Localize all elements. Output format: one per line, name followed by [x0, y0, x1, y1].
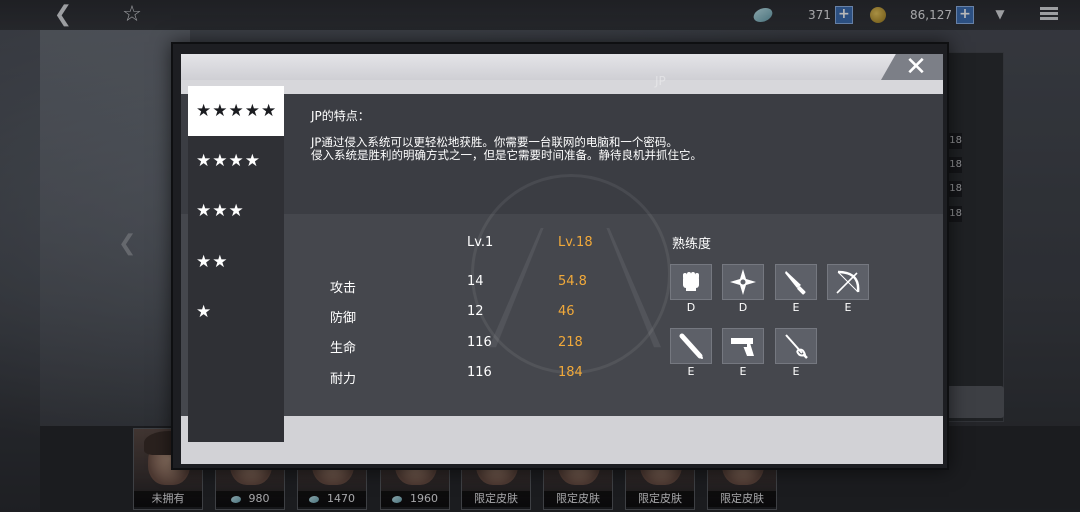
modal-header	[181, 54, 943, 80]
proficiency-grade: E	[792, 301, 800, 314]
proficiency-title: 熟练度	[672, 237, 712, 252]
proficiency-bat[interactable]: E	[670, 328, 712, 380]
stat-attack-lv1: 14	[467, 274, 484, 289]
shuriken-icon	[722, 264, 764, 300]
description-title: JP的特点：	[311, 109, 370, 123]
stat-label-stamina: 耐力	[330, 372, 357, 387]
tab-one-star[interactable]: ★	[188, 287, 284, 337]
stat-defense-lv1: 12	[467, 304, 484, 319]
stat-stamina-lv18: 184	[558, 365, 583, 380]
stat-health-lv18: 218	[558, 335, 583, 350]
tab-four-stars[interactable]: ★★★★	[188, 136, 284, 186]
stat-header-lv1: Lv.1	[467, 235, 494, 250]
proficiency-grade: E	[792, 365, 800, 378]
bow-icon	[827, 264, 869, 300]
proficiency-knife[interactable]: E	[775, 264, 817, 316]
bat-icon	[670, 328, 712, 364]
modal-footer	[181, 416, 943, 464]
stat-label-attack: 攻击	[330, 281, 357, 296]
proficiency-grade: E	[844, 301, 852, 314]
stat-stamina-lv1: 116	[467, 365, 492, 380]
knife-icon	[775, 264, 817, 300]
stat-header-lv18: Lv.18	[558, 235, 593, 250]
pistol-icon	[722, 328, 764, 364]
star-rank-sidebar: ★★★★★ ★★★★ ★★★ ★★ ★	[188, 86, 284, 442]
proficiency-rapier[interactable]: E	[775, 328, 817, 380]
tab-two-stars[interactable]: ★★	[188, 237, 284, 287]
modal-panel: ✕ JP ★★★★★ ★★★★ ★★★ ★★ ★ JP的特点： JP通过侵入系统…	[181, 54, 943, 464]
description-line: 侵入系统是胜利的明确方式之一，但是它需要时间准备。静待良机并抓住它。	[311, 148, 702, 162]
character-info-modal: ✕ JP ★★★★★ ★★★★ ★★★ ★★ ★ JP的特点： JP通过侵入系统…	[171, 42, 949, 470]
fist-icon	[670, 264, 712, 300]
proficiency-bow[interactable]: E	[827, 264, 869, 316]
tab-five-stars[interactable]: ★★★★★	[188, 86, 284, 136]
stat-defense-lv18: 46	[558, 304, 575, 319]
proficiency-pistol[interactable]: E	[722, 328, 764, 380]
background-code-label: JP	[655, 74, 666, 88]
close-button[interactable]: ✕	[901, 54, 931, 80]
stat-attack-lv18: 54.8	[558, 274, 587, 289]
proficiency-grade: D	[738, 301, 748, 314]
proficiency-fist[interactable]: D	[670, 264, 712, 316]
proficiency-grade: D	[686, 301, 696, 314]
rapier-icon	[775, 328, 817, 364]
proficiency-grade: E	[687, 365, 695, 378]
stat-label-health: 生命	[330, 341, 357, 356]
tab-three-stars[interactable]: ★★★	[188, 186, 284, 236]
proficiency-grade: E	[739, 365, 747, 378]
stat-label-defense: 防御	[330, 311, 357, 326]
stat-health-lv1: 116	[467, 335, 492, 350]
proficiency-shuriken[interactable]: D	[722, 264, 764, 316]
